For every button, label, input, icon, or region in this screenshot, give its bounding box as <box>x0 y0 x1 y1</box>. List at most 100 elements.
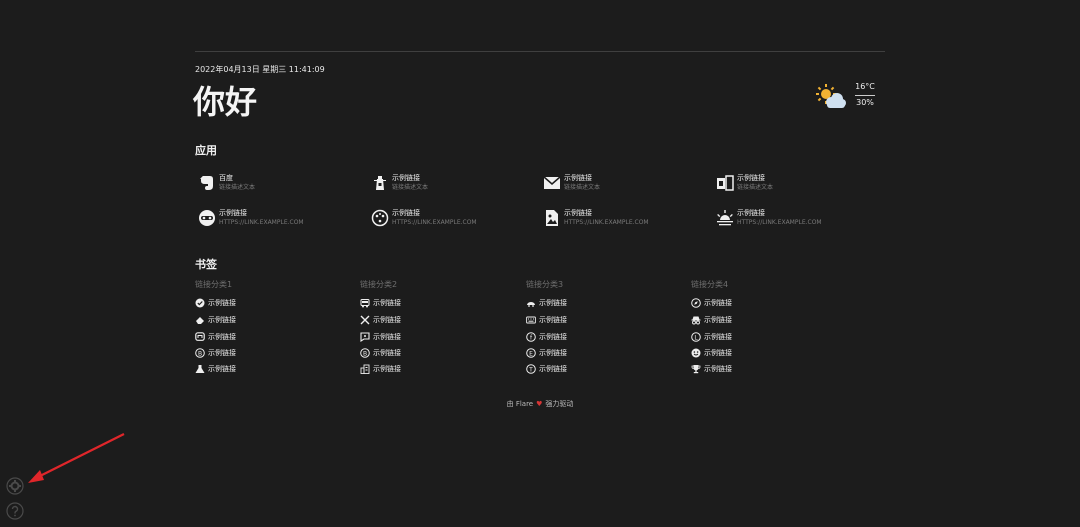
office-icon <box>717 175 734 191</box>
bookmark-link[interactable]: 示例链接 <box>691 363 732 375</box>
lighthouse-icon <box>374 176 386 190</box>
app-name: 示例链接 <box>737 209 765 217</box>
bookmark-category-title: 链接分类2 <box>360 280 398 289</box>
bookmark-label: 示例链接 <box>539 365 567 373</box>
keyboard-icon <box>526 316 536 324</box>
app-link[interactable]: 示例链接 链接描述文本 <box>543 173 713 195</box>
bookmark-link[interactable]: 示例链接 <box>691 347 732 359</box>
mastodon-icon <box>195 332 205 341</box>
bookmark-label: 示例链接 <box>704 349 732 357</box>
app-desc: HTTPS://LINK.EXAMPLE.COM <box>564 219 649 226</box>
apps-section-title: 应用 <box>195 144 217 157</box>
image-file-icon <box>546 210 558 226</box>
footer: 由 Flare ♥ 强力驱动 <box>0 399 1080 409</box>
bookmark-link[interactable]: f 示例链接 <box>526 331 567 343</box>
bitcoin-icon: B <box>195 348 205 358</box>
bookmark-link[interactable]: 示例链接 <box>195 314 236 326</box>
smile-icon <box>691 348 701 358</box>
bookmark-label: 示例链接 <box>373 299 401 307</box>
bookmark-link[interactable]: B 示例链接 <box>195 347 236 359</box>
app-desc: 链接描述文本 <box>219 184 256 191</box>
app-desc: HTTPS://LINK.EXAMPLE.COM <box>737 219 822 226</box>
app-link[interactable]: 示例链接 HTTPS://LINK.EXAMPLE.COM <box>371 208 541 230</box>
top-divider <box>195 51 885 52</box>
flask-icon <box>195 365 205 373</box>
bookmark-link[interactable]: 示例链接 <box>526 297 567 309</box>
palette-icon <box>371 209 389 227</box>
bookmark-label: 示例链接 <box>208 333 236 341</box>
bookmark-link[interactable]: 示例链接 <box>691 314 732 326</box>
app-desc: 链接描述文本 <box>737 184 774 191</box>
bookmark-label: 示例链接 <box>373 349 401 357</box>
bookmark-link[interactable]: 示例链接 <box>195 297 236 309</box>
mail-icon <box>543 176 561 189</box>
bookmark-label: 示例链接 <box>539 299 567 307</box>
trophy-icon <box>691 365 701 374</box>
bookmark-label: 示例链接 <box>704 299 732 307</box>
litecoin-icon: L <box>691 332 701 342</box>
bookmark-link[interactable]: 示例链接 <box>691 297 732 309</box>
app-name: 示例链接 <box>564 174 592 182</box>
bookmark-category-title: 链接分类1 <box>195 280 233 289</box>
bookmark-label: 示例链接 <box>208 299 236 307</box>
app-name: 示例链接 <box>737 174 765 182</box>
evernote-icon <box>200 176 213 190</box>
check-badge-icon <box>195 298 205 308</box>
facebook-circle-icon: f <box>526 332 536 342</box>
app-link[interactable]: 示例链接 HTTPS://LINK.EXAMPLE.COM <box>716 208 886 230</box>
bookmark-link[interactable]: B 示例链接 <box>360 347 401 359</box>
bookmark-label: 示例链接 <box>373 316 401 324</box>
help-icon[interactable] <box>6 502 24 520</box>
cloud-car-icon <box>527 302 535 307</box>
bookmark-label: 示例链接 <box>704 333 732 341</box>
bookmark-link[interactable]: 示例链接 <box>360 297 401 309</box>
app-link[interactable]: 示例链接 链接描述文本 <box>371 173 541 195</box>
bookmarks-section-title: 书签 <box>195 258 217 271</box>
bookmark-label: 示例链接 <box>704 316 732 324</box>
app-name: 百度 <box>219 174 233 182</box>
bookmark-link[interactable]: 示例链接 <box>195 331 236 343</box>
bookmark-link[interactable]: 示例链接 <box>195 363 236 375</box>
svg-text:B: B <box>363 350 367 357</box>
bookmark-link[interactable]: L 示例链接 <box>691 331 732 343</box>
bookmark-label: 示例链接 <box>373 333 401 341</box>
bookmark-link[interactable]: 示例链接 <box>360 331 401 343</box>
svg-text:f: f <box>530 334 533 341</box>
bookmark-link[interactable]: E 示例链接 <box>526 347 567 359</box>
compass-icon <box>691 298 701 308</box>
bookmark-link[interactable]: 示例链接 <box>526 314 567 326</box>
svg-text:L: L <box>694 334 698 341</box>
message-icon <box>360 332 370 342</box>
bookmark-category-title: 链接分类4 <box>691 280 729 289</box>
spy-icon <box>691 316 701 325</box>
datetime: 2022年04月13日 星期三 11:41:09 <box>195 65 325 74</box>
partly-cloudy-icon <box>816 84 846 108</box>
app-desc: HTTPS://LINK.EXAMPLE.COM <box>392 219 477 226</box>
app-link[interactable]: 示例链接 HTTPS://LINK.EXAMPLE.COM <box>198 208 368 230</box>
building-icon <box>360 364 370 374</box>
app-link[interactable]: 百度 链接描述文本 <box>198 173 368 195</box>
bitcoin-circle-icon: B <box>360 348 370 358</box>
footer-suffix: 强力驱动 <box>545 400 574 408</box>
bookmark-label: 示例链接 <box>539 316 567 324</box>
weather-widget: 16°C 30% <box>815 82 885 112</box>
svg-text:T: T <box>528 366 533 373</box>
sunset-icon <box>717 210 733 226</box>
app-name: 示例链接 <box>392 209 420 217</box>
svg-text:E: E <box>529 350 533 357</box>
bus-icon <box>360 299 370 308</box>
tumblr-circle-icon: T <box>526 364 536 374</box>
bookmark-label: 示例链接 <box>373 365 401 373</box>
app-link[interactable]: 示例链接 HTTPS://LINK.EXAMPLE.COM <box>543 208 713 230</box>
temperature: 16°C <box>855 82 875 91</box>
euro-circle-icon: E <box>526 348 536 358</box>
bookmark-link[interactable]: 示例链接 <box>360 314 401 326</box>
app-name: 示例链接 <box>564 209 592 217</box>
app-link[interactable]: 示例链接 链接描述文本 <box>716 173 886 195</box>
bookmark-category-title: 链接分类3 <box>526 280 564 289</box>
bookmark-link[interactable]: T 示例链接 <box>526 363 567 375</box>
tools-cross-icon <box>360 315 370 325</box>
bookmark-link[interactable]: 示例链接 <box>360 363 401 375</box>
svg-text:B: B <box>198 350 202 357</box>
settings-gear-icon[interactable] <box>6 477 24 495</box>
